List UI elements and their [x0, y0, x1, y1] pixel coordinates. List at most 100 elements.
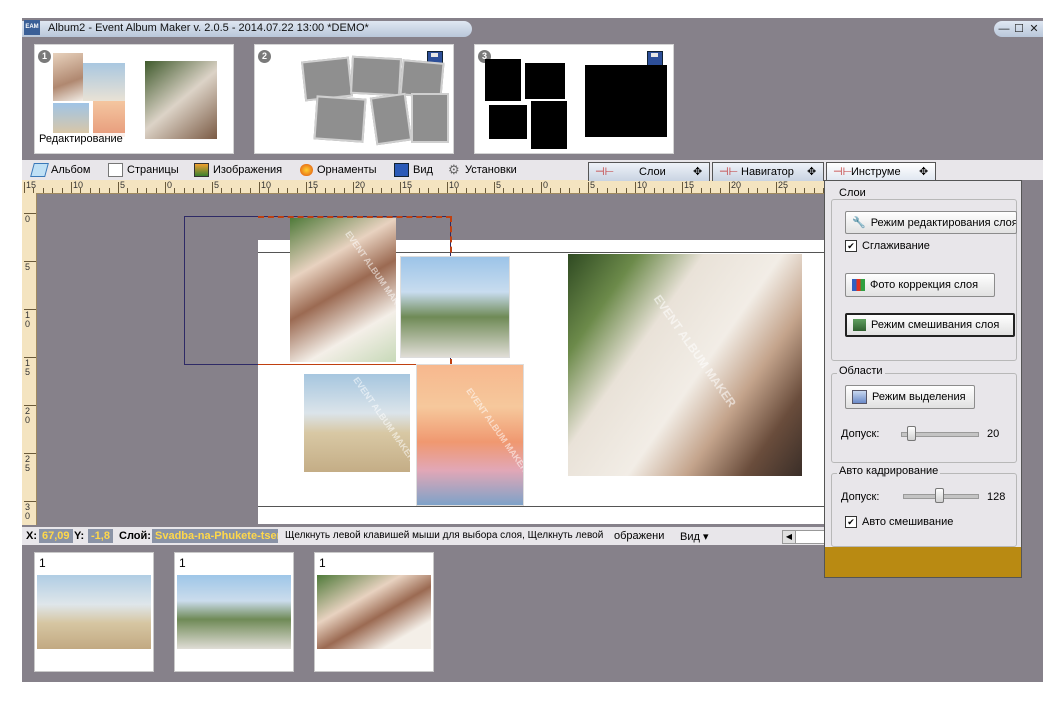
ruler-tick — [559, 188, 561, 193]
app-window: EAM Album2 - Event Album Maker v. 2.0.5 … — [22, 18, 1043, 682]
auto-blend-checkbox[interactable]: ✔ Авто смешивание — [845, 516, 953, 528]
page-thumb-1[interactable]: 1 Редактирование — [34, 44, 234, 154]
status-bar: X: 67,09 Y: -1,8 Слой: Svadba-na-Phukete… — [22, 527, 830, 545]
histogram-icon — [852, 279, 865, 291]
smoothing-checkbox[interactable]: ✔ Сглаживание — [845, 240, 930, 252]
move-icon[interactable]: ✥ — [807, 163, 816, 181]
view-dropdown[interactable]: Вид ▾ — [680, 530, 708, 543]
pin-icon[interactable]: ⊣⊢ — [595, 163, 614, 181]
photo-bride-portrait[interactable]: EVENT ALBUM MAKER — [290, 218, 396, 362]
autocrop-slider-thumb[interactable] — [935, 488, 944, 503]
selection-icon — [852, 390, 867, 404]
ruler-tick — [804, 188, 806, 193]
ruler-major-tick — [165, 182, 166, 193]
layer-edit-mode-button[interactable]: 🔧 Режим редактирования слоя — [845, 211, 1017, 234]
ruler-label: 15 — [308, 180, 319, 190]
ruler-tick — [475, 188, 477, 193]
ruler-tick — [249, 188, 251, 193]
ruler-major-tick — [353, 182, 354, 193]
autocrop-group-title: Авто кадрирование — [837, 465, 941, 477]
empty-frame — [369, 92, 413, 146]
tab-label: Слои — [639, 166, 666, 178]
ruler-label: 2 0 — [25, 406, 31, 425]
photo-ceremony[interactable] — [400, 256, 510, 358]
minimize-button[interactable]: — — [997, 21, 1011, 37]
menu-settings[interactable]: ⚙ Установки — [448, 163, 517, 177]
ruler-tick — [230, 188, 232, 193]
close-button[interactable]: ✕ — [1027, 21, 1041, 37]
tolerance-value: 20 — [987, 428, 1000, 440]
photo-beach-couple[interactable]: EVENT ALBUM MAKER — [304, 374, 410, 472]
ruler-label: 10 — [449, 180, 460, 190]
photo-bouquet[interactable]: EVENT ALBUM MAKER — [568, 254, 802, 476]
ruler-tick — [240, 188, 242, 193]
button-label: Режим выделения — [872, 391, 966, 403]
scroll-left-icon[interactable]: ◀ — [783, 531, 796, 543]
photo-correction-button[interactable]: Фото коррекция слоя — [845, 273, 995, 297]
selection-mode-button[interactable]: Режим выделения — [845, 385, 975, 409]
menu-view[interactable]: Вид — [394, 163, 433, 177]
pin-icon[interactable]: ⊣⊢ — [833, 163, 852, 181]
ruler-label: 15 — [684, 180, 695, 190]
horizontal-scrollbar[interactable]: ◀ — [782, 530, 830, 544]
tab-tools[interactable]: ⊣⊢ Инструме ✥ — [826, 162, 936, 181]
image-thumb-1[interactable]: 1 — [34, 552, 154, 672]
empty-frame — [411, 93, 449, 143]
ruler-tick — [343, 188, 345, 193]
ruler-tick — [277, 188, 279, 193]
blend-mode-button[interactable]: Режим смешивания слоя — [845, 313, 1015, 337]
autocrop-tolerance-label: Допуск: — [841, 491, 880, 503]
ruler-tick — [653, 188, 655, 193]
ruler-tick — [710, 188, 712, 193]
image-usage-count: 1 — [39, 556, 46, 570]
ruler-label: 15 — [402, 180, 413, 190]
image-thumb-2[interactable]: 1 — [174, 552, 294, 672]
gear-icon: ⚙ — [448, 162, 460, 177]
autocrop-tolerance-value: 128 — [987, 491, 1006, 503]
move-icon[interactable]: ✥ — [693, 163, 702, 181]
ruler-tick — [578, 188, 580, 193]
x-value: 67,09 — [39, 529, 73, 543]
ruler-major-tick — [494, 182, 495, 193]
menu-label: Орнаменты — [317, 164, 377, 176]
ruler-label: 0 — [25, 214, 31, 224]
ruler-label: 20 — [731, 180, 742, 190]
layer-label: Слой: — [119, 530, 151, 542]
maximize-button[interactable]: ☐ — [1012, 21, 1026, 37]
menu-ornaments[interactable]: Орнаменты — [300, 163, 377, 177]
tab-navigator[interactable]: ⊣⊢ Навигатор ✥ — [712, 162, 824, 181]
page-number-badge: 2 — [258, 50, 271, 63]
thumb-photo — [53, 103, 89, 133]
ruler-label: 5 — [214, 180, 220, 190]
ruler-label: 0 — [543, 180, 549, 190]
ruler-major-tick — [447, 182, 448, 193]
ruler-tick — [381, 188, 383, 193]
tolerance-slider-thumb[interactable] — [907, 426, 916, 441]
empty-frame — [313, 95, 367, 143]
ruler-left: 0 5 1 0 1 5 2 0 2 5 3 0 — [22, 193, 37, 525]
move-icon[interactable]: ✥ — [919, 163, 928, 181]
ruler-tick — [108, 188, 110, 193]
page-thumb-3[interactable]: 3 — [474, 44, 674, 154]
ruler-major-tick — [71, 182, 72, 193]
menu-images[interactable]: Изображения — [194, 163, 282, 177]
page-thumb-2[interactable]: 2 — [254, 44, 454, 154]
menu-album[interactable]: Альбом — [30, 163, 90, 177]
pin-icon[interactable]: ⊣⊢ — [719, 163, 738, 181]
ruler-major-tick — [541, 182, 542, 193]
ruler-label: 5 — [25, 262, 31, 272]
ruler-major-tick — [212, 182, 213, 193]
ruler-label: 3 0 — [25, 502, 31, 521]
photo-sunset-couple[interactable]: EVENT ALBUM MAKER — [416, 364, 524, 506]
tab-layers[interactable]: ⊣⊢ Слои ✥ — [588, 162, 710, 181]
ruler-tick — [127, 188, 129, 193]
button-label: Режим смешивания слоя — [871, 319, 1000, 331]
checkbox-label: Авто смешивание — [862, 516, 954, 528]
ruler-label: 5 — [590, 180, 596, 190]
image-thumb-3[interactable]: 1 — [314, 552, 434, 672]
ruler-top: 15 10 5 0 5 10 15 20 15 10 5 0 5 10 15 20 25 — [22, 180, 832, 194]
button-label: Режим редактирования слоя — [870, 216, 1017, 229]
menu-pages[interactable]: Страницы — [108, 163, 179, 177]
ruler-label: 1 5 — [25, 358, 31, 377]
tools-panel: Слои 🔧 Режим редактирования слоя ✔ Сглаж… — [824, 180, 1022, 578]
